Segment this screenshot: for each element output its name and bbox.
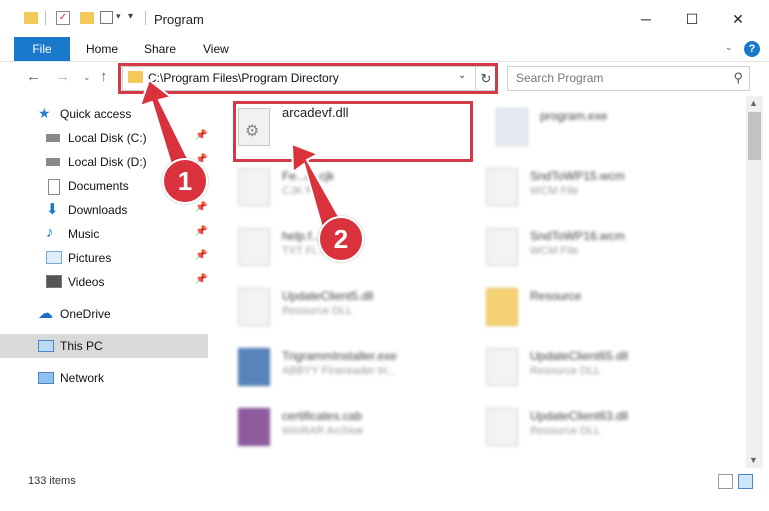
step-1-badge: 1 [162, 158, 208, 204]
step-2-badge: 2 [318, 216, 364, 262]
annotation-arrows [138, 78, 344, 236]
